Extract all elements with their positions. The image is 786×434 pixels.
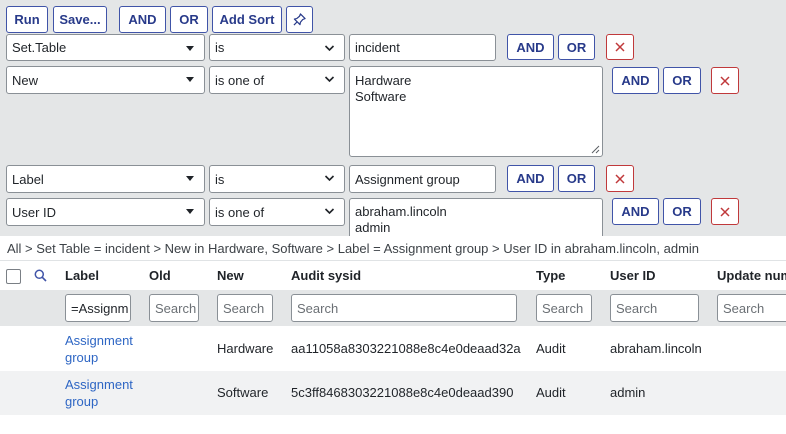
- new-search-placeholder: Search: [223, 300, 265, 316]
- condition-and-button[interactable]: AND: [612, 67, 659, 94]
- condition-field-value: Set.Table: [12, 40, 67, 55]
- condition-operator-select[interactable]: is one of: [209, 66, 345, 94]
- condition-or-button[interactable]: OR: [663, 67, 701, 94]
- label-link[interactable]: Assignment group: [65, 332, 145, 366]
- user-id-search-input[interactable]: Search: [610, 294, 699, 322]
- remove-condition-button[interactable]: [711, 198, 739, 225]
- condition-operator-select[interactable]: is one of: [209, 198, 345, 226]
- type-search-input[interactable]: Search: [536, 294, 592, 322]
- table-row[interactable]: Assignment group Software 5c3ff846830322…: [0, 371, 786, 415]
- condition-operator-value: is one of: [215, 72, 265, 88]
- condition-and-button[interactable]: AND: [507, 165, 554, 192]
- condition-value-text: Assignment group: [355, 171, 460, 187]
- condition-or-button[interactable]: OR: [558, 34, 595, 60]
- audit-sysid-search-input[interactable]: Search: [291, 294, 517, 322]
- type-cell: Audit: [536, 341, 566, 356]
- user-id-search-placeholder: Search: [616, 300, 658, 316]
- audit-sysid-cell: 5c3ff8468303221088e8c4e0deaad390: [291, 385, 514, 400]
- condition-values-textarea[interactable]: Hardware Software: [349, 66, 603, 157]
- condition-builder: Run Save... AND OR Add Sort Set.Table is…: [0, 0, 786, 236]
- column-search-row: =Assignm Search Search Search Search Sea…: [0, 290, 786, 326]
- column-header-old[interactable]: Old: [149, 268, 171, 283]
- caret-down-icon: [186, 176, 194, 181]
- condition-field-select[interactable]: User ID: [6, 198, 205, 226]
- update-num-search-input[interactable]: Search: [717, 294, 786, 322]
- condition-and-button[interactable]: AND: [507, 34, 554, 60]
- update-num-search-placeholder: Search: [723, 300, 765, 316]
- condition-field-select[interactable]: Label: [6, 165, 205, 193]
- old-search-input[interactable]: Search: [149, 294, 199, 322]
- chevron-down-icon: [324, 45, 335, 52]
- value-line: abraham.lincoln: [355, 204, 447, 219]
- audit-sysid-cell: aa11058a8303221088e8c4e0deaad32a: [291, 341, 521, 356]
- caret-down-icon: [186, 209, 194, 214]
- label-search-text: =Assignm: [71, 300, 129, 316]
- condition-field-value: Label: [12, 171, 44, 187]
- or-button[interactable]: OR: [170, 6, 208, 33]
- pin-icon: [293, 13, 306, 26]
- column-header-type[interactable]: Type: [536, 268, 565, 283]
- close-icon: [615, 173, 625, 184]
- table-header: Label Old New Audit sysid Type User ID U…: [0, 262, 786, 290]
- chevron-down-icon: [324, 76, 335, 83]
- condition-operator-select[interactable]: is: [209, 165, 345, 193]
- run-button[interactable]: Run: [6, 6, 48, 33]
- value-line: admin: [355, 220, 391, 235]
- close-icon: [720, 75, 730, 86]
- select-all-checkbox[interactable]: [6, 269, 21, 284]
- old-search-placeholder: Search: [155, 300, 197, 316]
- caret-down-icon: [186, 77, 194, 82]
- condition-values-textarea[interactable]: abraham.lincoln admin: [349, 198, 603, 236]
- new-cell: Hardware: [217, 341, 274, 356]
- new-search-input[interactable]: Search: [217, 294, 273, 322]
- audit-sysid-search-placeholder: Search: [297, 300, 339, 316]
- condition-field-value: New: [12, 72, 39, 88]
- condition-value-text: incident: [355, 40, 400, 55]
- type-search-placeholder: Search: [542, 300, 584, 316]
- condition-value-input[interactable]: Assignment group: [349, 165, 496, 193]
- label-search-input[interactable]: =Assignm: [65, 294, 131, 322]
- condition-and-button[interactable]: AND: [612, 198, 659, 225]
- search-icon[interactable]: [34, 269, 47, 282]
- breadcrumb[interactable]: All > Set Table = incident > New in Hard…: [0, 236, 786, 261]
- add-sort-button[interactable]: Add Sort: [212, 6, 282, 33]
- remove-condition-button[interactable]: [606, 34, 634, 60]
- condition-operator-value: is one of: [215, 204, 265, 220]
- table-row[interactable]: Assignment group Hardware aa11058a830322…: [0, 327, 786, 371]
- condition-field-select[interactable]: Set.Table: [6, 34, 205, 61]
- new-cell: Software: [217, 385, 269, 400]
- caret-down-icon: [186, 46, 194, 51]
- close-icon: [720, 206, 730, 217]
- column-header-label[interactable]: Label: [65, 268, 99, 283]
- user-id-cell: admin: [610, 385, 646, 400]
- condition-operator-value: is: [215, 171, 225, 187]
- close-icon: [615, 42, 625, 52]
- user-id-cell: abraham.lincoln: [610, 341, 702, 356]
- resize-grip-icon[interactable]: [591, 145, 600, 154]
- pin-button[interactable]: [286, 6, 313, 33]
- condition-operator-value: is: [215, 40, 225, 55]
- remove-condition-button[interactable]: [711, 67, 739, 94]
- column-header-audit-sysid[interactable]: Audit sysid: [291, 268, 361, 283]
- and-button[interactable]: AND: [119, 6, 166, 33]
- column-header-new[interactable]: New: [217, 268, 244, 283]
- condition-field-value: User ID: [12, 204, 57, 220]
- condition-operator-select[interactable]: is: [209, 34, 345, 61]
- type-cell: Audit: [536, 385, 566, 400]
- chevron-down-icon: [324, 175, 335, 182]
- remove-condition-button[interactable]: [606, 165, 634, 192]
- label-link[interactable]: Assignment group: [65, 376, 145, 410]
- condition-field-select[interactable]: New: [6, 66, 205, 94]
- column-header-update-num[interactable]: Update num: [717, 268, 786, 283]
- condition-value-input[interactable]: incident: [349, 34, 496, 61]
- condition-or-button[interactable]: OR: [663, 198, 701, 225]
- value-line: Hardware: [355, 73, 412, 88]
- condition-or-button[interactable]: OR: [558, 165, 595, 192]
- value-line: Software: [355, 89, 407, 104]
- column-header-user-id[interactable]: User ID: [610, 268, 656, 283]
- save-button[interactable]: Save...: [53, 6, 107, 33]
- chevron-down-icon: [324, 208, 335, 215]
